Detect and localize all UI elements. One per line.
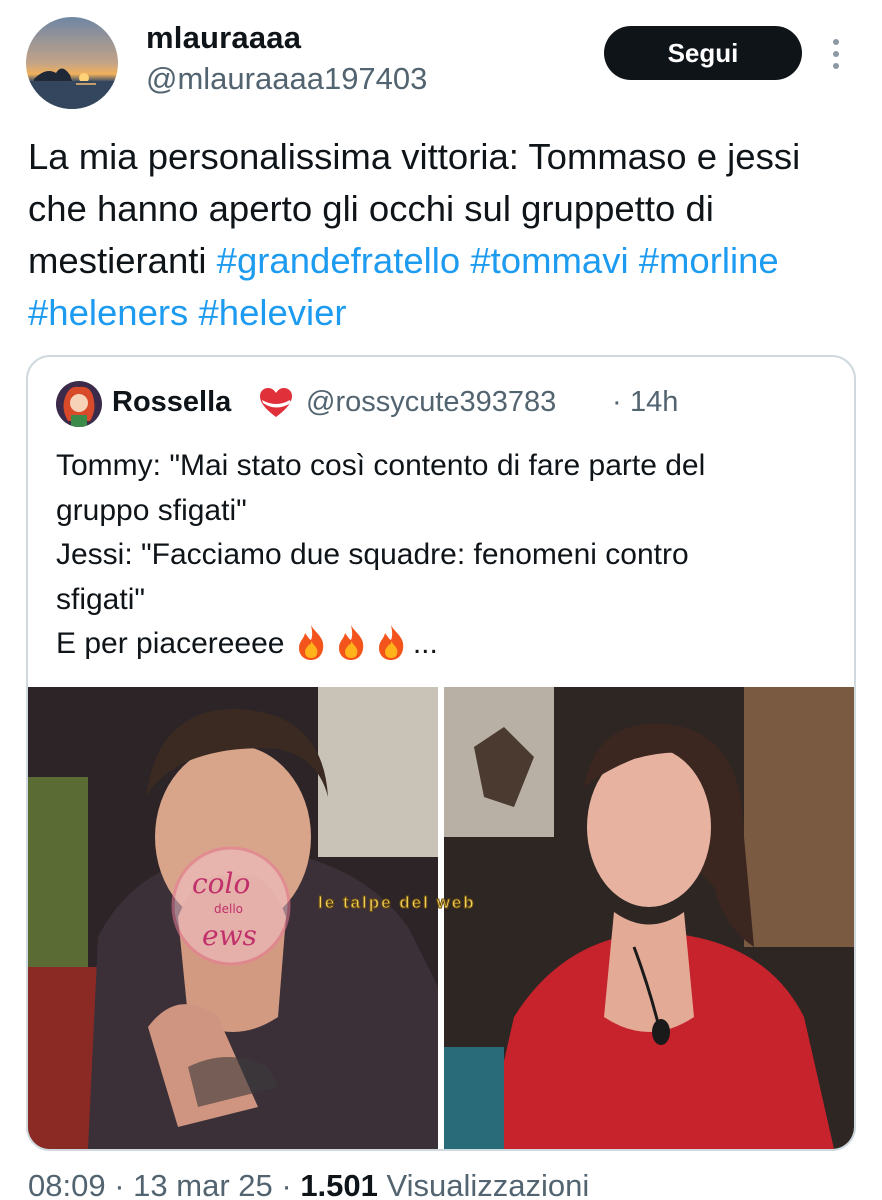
quoted-text-line: E per piacereeee [56, 627, 285, 660]
quoted-separator: · [612, 386, 622, 418]
fire-emoji-icon [293, 623, 329, 661]
author-display-name[interactable]: mlauraaaa [146, 20, 301, 56]
author-handle[interactable]: @mlauraaaa197403 [146, 61, 427, 97]
hashtag-link[interactable]: #morline [639, 240, 779, 281]
hashtag-link[interactable]: #heleners [28, 292, 188, 333]
tweet-text: La mia personalissima vittoria: Tommaso … [28, 131, 858, 339]
views-count: 1.501 [300, 1168, 378, 1200]
tweet-footer-meta: 08:09 · 13 mar 25 · 1.501 Visualizzazion… [28, 1168, 589, 1200]
fire-emoji-icon [373, 623, 409, 661]
quoted-text-line: gruppo sfigati" [56, 493, 247, 527]
views-label: Visualizzazioni [386, 1168, 590, 1200]
quoted-text-line: Tommy: "Mai stato così contento di fare … [56, 449, 706, 482]
quoted-text-line-last: E per piacereeee ... [56, 622, 836, 667]
fire-emoji-icon [333, 623, 369, 661]
quoted-tweet-text: Tommy: "Mai stato così contento di fare … [56, 444, 836, 667]
quoted-tweet-card[interactable]: Rossella @rossycute393783 · 14h Tommy: "… [26, 355, 856, 1151]
tweet-header: mlauraaaa @mlauraaaa197403 Segui [0, 0, 882, 120]
quoted-display-name[interactable]: Rossella [112, 386, 231, 419]
footer-separator: · [114, 1168, 125, 1200]
quoted-author-avatar[interactable] [56, 381, 102, 427]
author-avatar[interactable] [26, 17, 118, 109]
quoted-text-line: Jessi: "Facciamo due squadre: fenomeni c… [56, 538, 689, 571]
footer-separator: · [281, 1168, 292, 1200]
quoted-timestamp[interactable]: 14h [630, 386, 678, 419]
quoted-text-ellipsis: ... [412, 627, 438, 660]
quoted-handle[interactable]: @rossycute393783 [306, 386, 556, 419]
watermark-logo-word: colo [192, 867, 250, 900]
vertical-ellipsis-icon[interactable] [826, 36, 846, 72]
heart-ribbon-icon [258, 386, 294, 420]
quoted-text-line: sfigati" [56, 582, 146, 616]
hashtag-link[interactable]: #tommavi [470, 240, 628, 281]
quoted-media-grid[interactable] [28, 687, 854, 1149]
tweet-time[interactable]: 08:09 [28, 1168, 106, 1200]
watermark-logo-word: dello [214, 902, 243, 916]
tweet-date[interactable]: 13 mar 25 [133, 1168, 273, 1200]
follow-button[interactable]: Segui [604, 26, 802, 80]
woman-red-dress-photo[interactable] [444, 687, 854, 1149]
hashtag-link[interactable]: #helevier [198, 292, 346, 333]
watermark-text: le talpe del web [318, 893, 476, 913]
watermark-logo: colo dello ews [166, 841, 296, 971]
hashtag-link[interactable]: #grandefratello [217, 240, 461, 281]
watermark-logo-word: ews [202, 919, 257, 952]
